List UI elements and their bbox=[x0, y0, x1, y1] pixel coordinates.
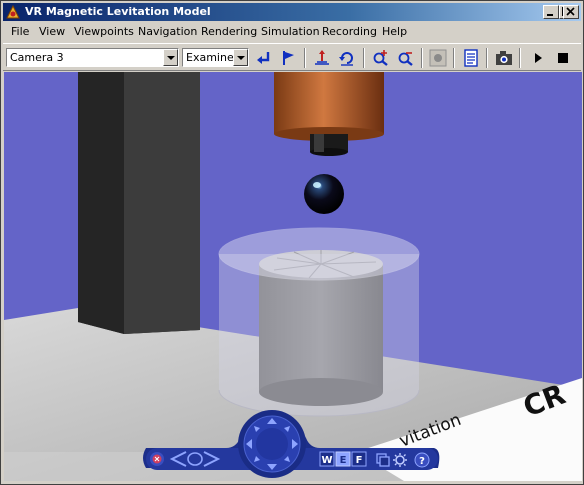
viewpoint-select[interactable]: Camera 3 bbox=[6, 48, 179, 67]
toolbar-separator bbox=[519, 48, 521, 68]
close-button[interactable] bbox=[563, 5, 579, 19]
start-simulation-button[interactable] bbox=[527, 47, 549, 69]
help-button[interactable]: ? bbox=[414, 452, 430, 468]
camera-icon bbox=[496, 51, 512, 65]
menu-file[interactable]: File bbox=[11, 25, 29, 38]
toolbar-separator bbox=[304, 48, 306, 68]
zoom-out-button[interactable] bbox=[395, 47, 417, 69]
toolbar-separator bbox=[453, 48, 455, 68]
mode-button-examine[interactable]: E bbox=[335, 451, 351, 467]
support-column bbox=[78, 72, 200, 334]
menu-view[interactable]: View bbox=[39, 25, 65, 38]
menu-help[interactable]: Help bbox=[382, 25, 407, 38]
menu-recording[interactable]: Recording bbox=[322, 25, 377, 38]
play-icon bbox=[535, 53, 542, 63]
mode-button-fly-label: F bbox=[356, 455, 363, 466]
undo-move-icon bbox=[339, 52, 353, 66]
toolbar-separator bbox=[363, 48, 365, 68]
record-button[interactable] bbox=[427, 47, 449, 69]
mode-button-walk[interactable]: W bbox=[319, 451, 335, 467]
levitating-ball bbox=[304, 174, 344, 214]
return-arrow-icon bbox=[257, 52, 270, 64]
chevron-down-icon[interactable] bbox=[163, 49, 178, 66]
mode-button-walk-label: W bbox=[321, 455, 332, 466]
toolbar: Camera 3 Examine bbox=[3, 43, 581, 71]
minimize-button[interactable] bbox=[543, 5, 559, 19]
navigation-mode-select[interactable]: Examine bbox=[182, 48, 249, 67]
create-viewpoint-button[interactable] bbox=[278, 47, 300, 69]
zoom-out-icon bbox=[398, 52, 413, 66]
window-title: VR Magnetic Levitation Model bbox=[25, 5, 211, 18]
flag-icon bbox=[283, 51, 294, 65]
straighten-up-button[interactable] bbox=[311, 47, 333, 69]
undo-move-button[interactable] bbox=[336, 47, 358, 69]
zoom-in-icon bbox=[373, 50, 388, 66]
close-panel-button[interactable] bbox=[150, 452, 164, 466]
editor-icon bbox=[464, 49, 478, 67]
menu-simulation[interactable]: Simulation bbox=[261, 25, 320, 38]
toolbar-separator bbox=[421, 48, 423, 68]
chevron-down-icon[interactable] bbox=[233, 49, 248, 66]
menu-bar: File View Viewpoints Navigation Renderin… bbox=[3, 22, 581, 42]
vr-viewport[interactable]: vitation CR W E F ? bbox=[4, 72, 582, 481]
vrml-editor-button[interactable] bbox=[460, 47, 482, 69]
mode-button-fly[interactable]: F bbox=[351, 451, 367, 467]
sensor-cylinder bbox=[218, 227, 420, 417]
snapshot-button[interactable] bbox=[493, 47, 515, 69]
vr-scene[interactable]: vitation CR W E F ? bbox=[4, 72, 582, 481]
straighten-icon bbox=[315, 50, 329, 65]
stop-icon bbox=[558, 53, 568, 63]
svg-text:?: ? bbox=[419, 456, 425, 467]
vr-app-icon bbox=[6, 4, 20, 19]
viewpoint-select-value: Camera 3 bbox=[10, 51, 64, 64]
navigation-mode-value: Examine bbox=[186, 51, 234, 64]
toolbar-separator bbox=[486, 48, 488, 68]
stop-simulation-button[interactable] bbox=[552, 47, 574, 69]
zoom-in-button[interactable] bbox=[370, 47, 392, 69]
menu-navigation[interactable]: Navigation bbox=[138, 25, 197, 38]
close-icon bbox=[566, 7, 575, 16]
minimize-icon bbox=[547, 14, 553, 16]
title-bar[interactable]: VR Magnetic Levitation Model bbox=[3, 3, 581, 21]
record-icon bbox=[429, 49, 447, 67]
menu-rendering[interactable]: Rendering bbox=[201, 25, 257, 38]
return-to-viewpoint-button[interactable] bbox=[253, 47, 275, 69]
mode-button-examine-label: E bbox=[340, 455, 347, 466]
application-window: VR Magnetic Levitation Model File View V… bbox=[0, 0, 584, 485]
menu-viewpoints[interactable]: Viewpoints bbox=[74, 25, 134, 38]
